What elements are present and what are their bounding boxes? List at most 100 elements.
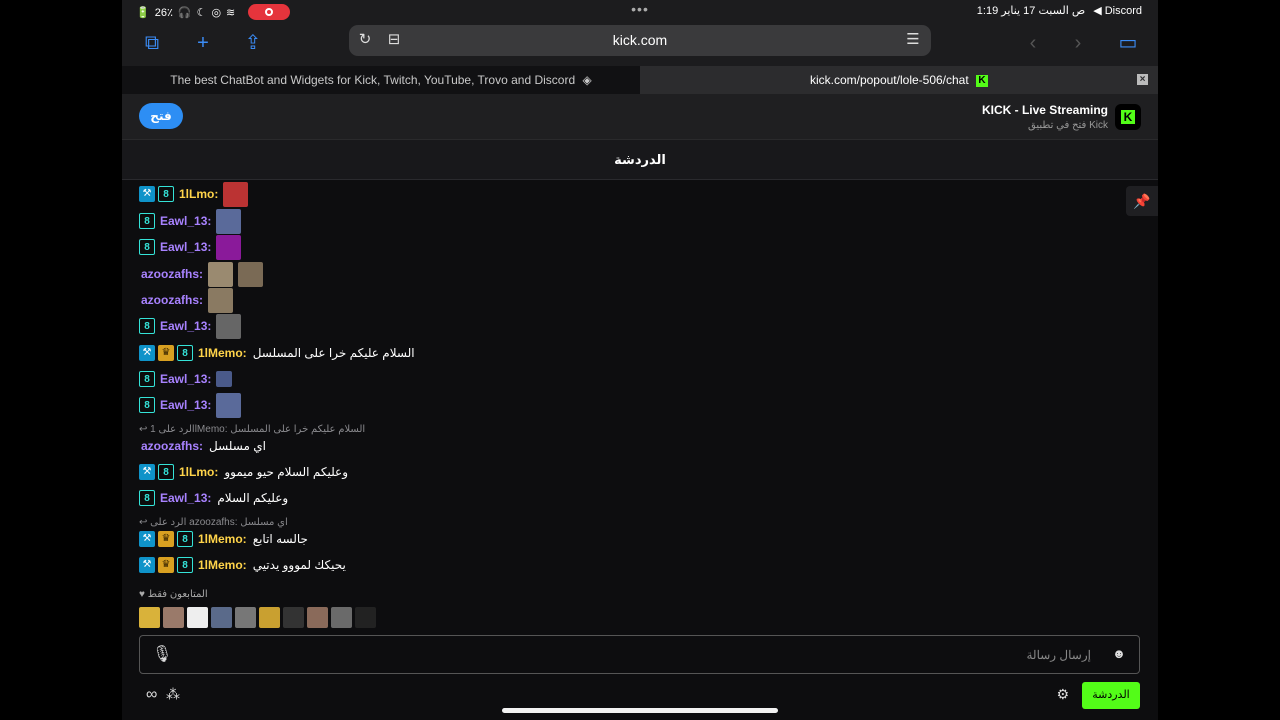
og-badge-icon: 8: [158, 464, 174, 480]
send-chat-button[interactable]: الدردشة: [1082, 682, 1140, 709]
kick-logo-icon: K: [1115, 104, 1141, 130]
chat-message[interactable]: ⚒ ♛ 8 1lMemo: يحيكك لمووو يدتيي: [139, 554, 346, 576]
moderator-badge-icon: ⚒: [139, 557, 155, 573]
reader-icon[interactable]: ☰: [904, 31, 922, 49]
chat-message[interactable]: ⚒ ♛ 8 1lMemo: جالسه اتابع: [139, 528, 308, 550]
message-input[interactable]: [180, 645, 1099, 665]
gear-icon[interactable]: ⚙: [1056, 686, 1069, 703]
emote-button[interactable]: [211, 607, 232, 628]
message-text: السلام عليكم خرا على المسلسل: [252, 346, 415, 360]
pin-icon[interactable]: 📌: [1126, 186, 1158, 216]
username[interactable]: 1lMemo:: [198, 558, 247, 572]
banner-title: KICK - Live Streaming: [981, 103, 1108, 117]
tab-bar: The best ChatBot and Widgets for Kick, T…: [122, 66, 1158, 94]
followers-only-label: ♥ المتابعون فقط: [139, 589, 208, 600]
emote-button[interactable]: [307, 607, 328, 628]
chat-message[interactable]: azoozafhs: اي مسلسل: [139, 435, 266, 457]
og-badge-icon: 8: [158, 186, 174, 202]
chat-message[interactable]: 8 Eawl_13:: [139, 313, 242, 339]
close-tab-icon[interactable]: ×: [1137, 74, 1148, 85]
extensions-icon[interactable]: ⁂: [166, 686, 180, 703]
microphone-icon[interactable]: 🎙: [152, 644, 172, 666]
emote-button[interactable]: [259, 607, 280, 628]
kick-favicon-icon: K: [976, 74, 989, 87]
vip-crown-badge-icon: ♛: [158, 345, 174, 361]
chat-message[interactable]: ⚒ ♛ 8 1lMemo: السلام عليكم خرا على المسل…: [139, 342, 415, 364]
new-tab-icon[interactable]: +: [190, 30, 216, 56]
emote-image: [216, 208, 242, 234]
username[interactable]: 1lLmo:: [179, 465, 218, 479]
username[interactable]: azoozafhs:: [141, 267, 203, 281]
message-text: اي مسلسل: [209, 439, 266, 453]
emote-button[interactable]: [139, 607, 160, 628]
chat-message[interactable]: 8 Eawl_13:: [139, 392, 242, 418]
og-badge-icon: 8: [139, 239, 155, 255]
username[interactable]: 1lMemo:: [198, 346, 247, 360]
url-text[interactable]: kick.com: [349, 32, 931, 48]
moderator-badge-icon: ⚒: [139, 345, 155, 361]
og-badge-icon: 8: [139, 371, 155, 387]
tab-label: kick.com/popout/lole-506/chat: [809, 73, 969, 87]
og-badge-icon: 8: [177, 345, 193, 361]
tabs-overview-icon[interactable]: ⧉: [139, 30, 165, 56]
forward-icon[interactable]: ›: [1065, 30, 1091, 56]
username[interactable]: azoozafhs:: [141, 293, 203, 307]
emote-button[interactable]: [331, 607, 352, 628]
username[interactable]: Eawl_13:: [160, 240, 211, 254]
address-bar[interactable]: ↻ ⊟ kick.com ☰: [349, 25, 931, 56]
chat-message[interactable]: ⚒ 8 1lLmo:: [139, 181, 249, 207]
tab-chatbot[interactable]: The best ChatBot and Widgets for Kick, T…: [122, 66, 640, 94]
discord-favicon-icon: ◈: [582, 73, 592, 87]
emote-quick-bar: [139, 607, 376, 628]
moderator-badge-icon: ⚒: [139, 531, 155, 547]
tab-kick-chat[interactable]: kick.com/popout/lole-506/chat K ×: [640, 66, 1158, 94]
username[interactable]: Eawl_13:: [160, 372, 211, 386]
emoji-icon[interactable]: ☻: [1111, 646, 1127, 662]
share-icon[interactable]: ⇪: [240, 30, 266, 56]
reply-text: الرد على 1lMemo: السلام عليكم خرا على ال…: [150, 424, 366, 435]
username[interactable]: Eawl_13:: [160, 319, 211, 333]
emote-button[interactable]: [355, 607, 376, 628]
og-badge-icon: 8: [177, 557, 193, 573]
chat-message[interactable]: 8 Eawl_13:: [139, 368, 233, 390]
chat-message[interactable]: 8 Eawl_13:: [139, 208, 242, 234]
back-to-app[interactable]: ◀ Discord: [1093, 4, 1142, 17]
chat-message[interactable]: azoozafhs:: [139, 261, 264, 287]
og-badge-icon: 8: [139, 397, 155, 413]
username[interactable]: Eawl_13:: [160, 214, 211, 228]
emote-image: [216, 392, 242, 418]
chat-message[interactable]: 8 Eawl_13:: [139, 234, 242, 260]
og-badge-icon: 8: [139, 490, 155, 506]
emote-button[interactable]: [283, 607, 304, 628]
chat-message[interactable]: azoozafhs:: [139, 287, 234, 313]
home-indicator[interactable]: [502, 708, 778, 713]
chat-message[interactable]: 8 Eawl_13: وعليكم السلام: [139, 487, 288, 509]
back-icon[interactable]: ‹: [1020, 30, 1046, 56]
open-in-app-button[interactable]: فتح: [139, 103, 183, 129]
status-bar: 🔋 26٪ 🎧 ☾ ◎ ≋ ••• 1:19 ص السبت 17 يناير …: [122, 0, 1158, 22]
tab-label: The best ChatBot and Widgets for Kick, T…: [170, 73, 576, 87]
username[interactable]: Eawl_13:: [160, 398, 211, 412]
username[interactable]: Eawl_13:: [160, 491, 211, 505]
moderator-badge-icon: ⚒: [139, 186, 155, 202]
sidebar-icon[interactable]: ▭: [1115, 30, 1141, 56]
infinity-icon[interactable]: ∞: [146, 686, 157, 704]
username[interactable]: 1lMemo:: [198, 532, 247, 546]
heart-icon: ♥: [139, 589, 148, 600]
emote-button[interactable]: [235, 607, 256, 628]
username[interactable]: 1lLmo:: [179, 187, 218, 201]
emote-image: [216, 234, 242, 260]
emote-button[interactable]: [187, 607, 208, 628]
time-date: 1:19 ص السبت 17 يناير: [976, 5, 1086, 17]
message-text: جالسه اتابع: [252, 532, 308, 546]
username[interactable]: azoozafhs:: [141, 439, 203, 453]
emote-button[interactable]: [163, 607, 184, 628]
emote-image: [208, 287, 234, 313]
chat-title: الدردشة: [122, 140, 1158, 180]
message-text: وعليكم السلام حيو ميموو: [224, 465, 349, 479]
message-text: يحيكك لمووو يدتيي: [252, 558, 346, 572]
banner-subtitle: فتح في تطبيق Kick: [1028, 120, 1108, 131]
app-banner: فتح KICK - Live Streaming فتح في تطبيق K…: [122, 94, 1158, 140]
og-badge-icon: 8: [139, 318, 155, 334]
chat-message[interactable]: ⚒ 8 1lLmo: وعليكم السلام حيو ميموو: [139, 461, 348, 483]
